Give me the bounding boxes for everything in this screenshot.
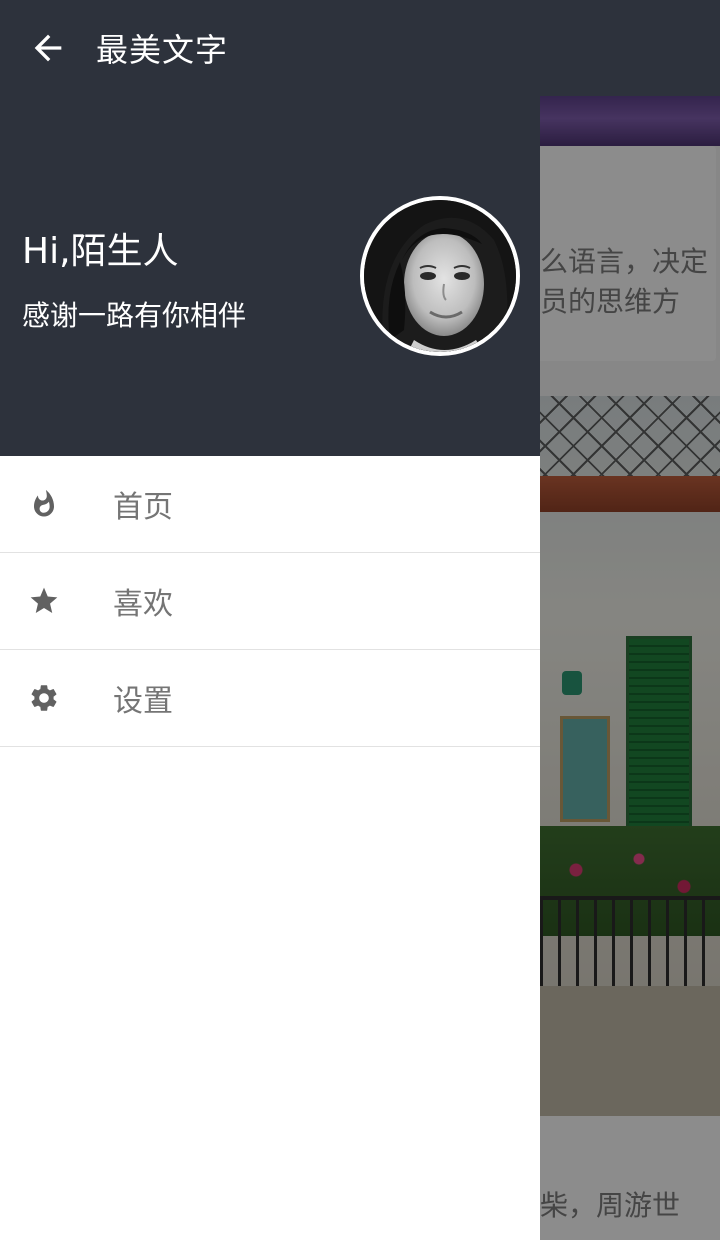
menu-item-label: 设置	[113, 684, 173, 719]
greeting-text: Hi,陌生人	[22, 231, 179, 272]
user-avatar[interactable]	[360, 196, 520, 356]
back-button[interactable]	[0, 0, 96, 96]
arrow-back-icon	[34, 34, 62, 62]
gear-icon	[0, 650, 88, 746]
app-screen: 么语言，决定 员的思维方 柴，周游世 最美文字 Hi,陌生人 感谢一路有你相伴	[0, 0, 720, 1240]
menu-item-home[interactable]: 首页	[0, 456, 540, 553]
menu-item-favorites[interactable]: 喜欢	[0, 553, 540, 650]
drawer-header: Hi,陌生人 感谢一路有你相伴	[0, 96, 540, 456]
menu-item-settings[interactable]: 设置	[0, 650, 540, 747]
toolbar-title: 最美文字	[96, 31, 229, 69]
navigation-drawer: Hi,陌生人 感谢一路有你相伴 首页 喜欢 设置	[0, 96, 540, 1240]
subtitle-text: 感谢一路有你相伴	[22, 299, 247, 332]
app-toolbar: 最美文字	[0, 0, 720, 96]
drawer-menu: 首页 喜欢 设置	[0, 456, 540, 747]
star-icon	[0, 553, 88, 649]
avatar-portrait	[364, 200, 516, 352]
flame-icon	[0, 456, 88, 552]
menu-item-label: 喜欢	[113, 587, 173, 622]
menu-item-label: 首页	[113, 490, 173, 525]
